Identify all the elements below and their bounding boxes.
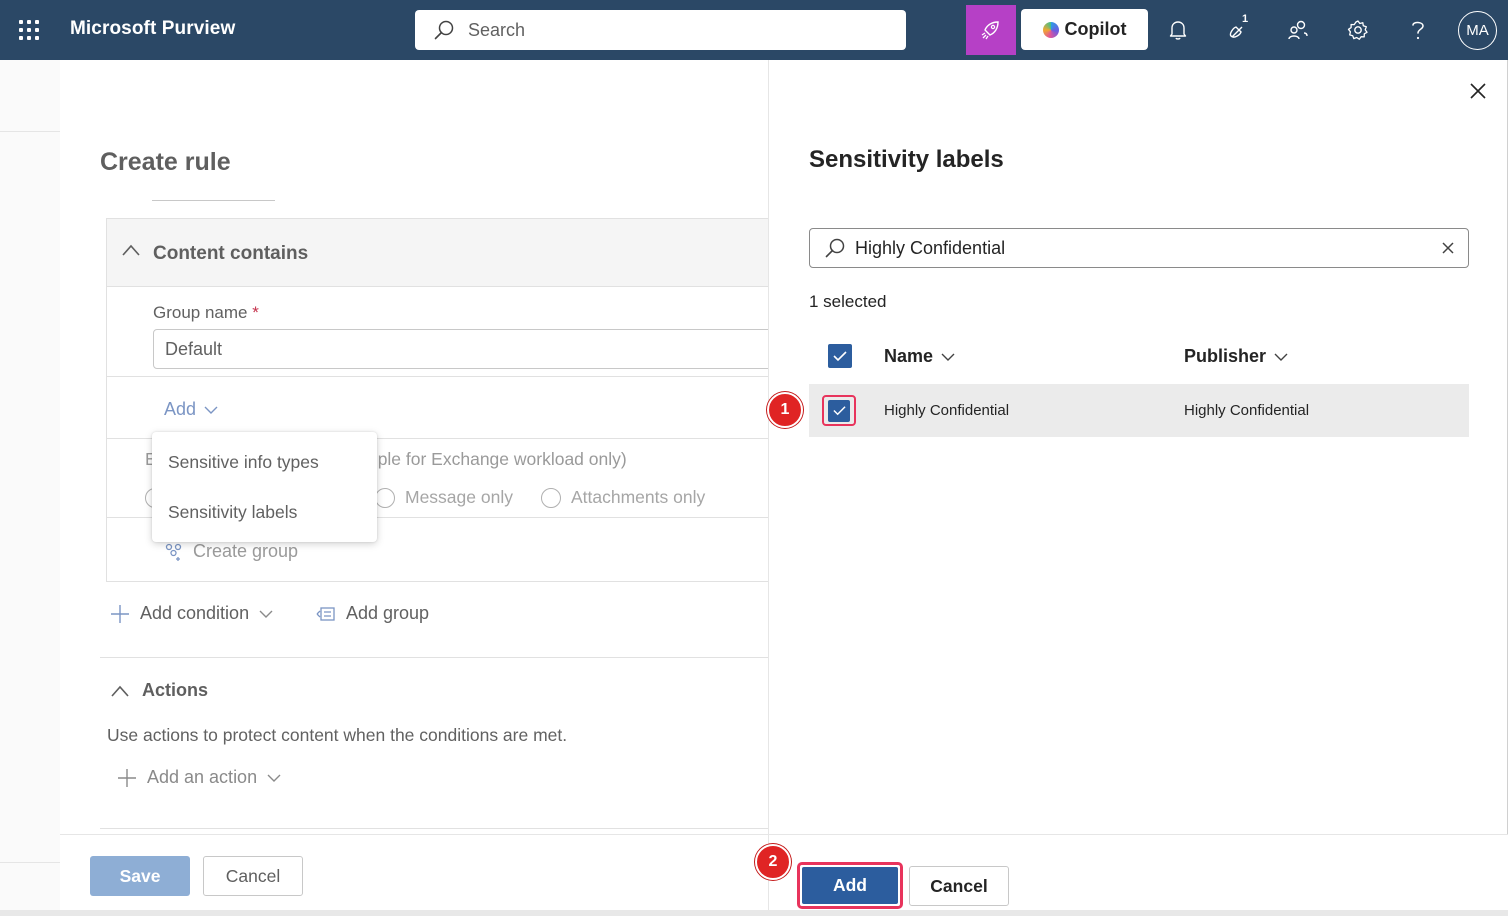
app-launcher-icon[interactable]	[19, 20, 40, 41]
group-name-label-text: Group name	[153, 303, 248, 322]
notification-count-badge: 1	[1242, 13, 1249, 25]
chevron-down-icon	[259, 610, 273, 618]
whats-new-button[interactable]: 1	[1213, 5, 1263, 55]
panel-cancel-button[interactable]: Cancel	[909, 866, 1009, 906]
panel-title: Sensitivity labels	[809, 146, 1004, 173]
save-button[interactable]: Save	[90, 856, 190, 896]
top-bar: Microsoft Purview Search Copilot 1 MA	[0, 0, 1508, 60]
content-contains-title: Content contains	[153, 243, 309, 264]
left-nav-strip	[0, 60, 60, 916]
search-icon	[825, 238, 845, 258]
rocket-icon	[981, 21, 999, 40]
help-button[interactable]	[1393, 5, 1443, 55]
radio-message-only[interactable]	[375, 487, 395, 508]
add-group-label: Add group	[346, 603, 430, 623]
add-dropdown-button[interactable]: Add	[164, 399, 218, 420]
column-header-publisher-label: Publisher	[1184, 346, 1267, 366]
exchange-suffix: ple for Exchange workload only)	[377, 449, 627, 469]
label-search-value: Highly Confidential	[855, 237, 1006, 258]
actions-description: Use actions to protect content when the …	[107, 725, 568, 745]
create-group-button[interactable]: Create group	[163, 541, 298, 562]
add-group-icon	[316, 606, 335, 621]
add-action-label: Add an action	[147, 767, 258, 787]
selected-count: 1 selected	[809, 292, 887, 311]
chevron-down-icon	[267, 774, 281, 782]
bottom-strip	[0, 910, 1508, 916]
content-contains-header[interactable]: Content contains	[107, 219, 786, 287]
gear-icon	[1347, 20, 1368, 40]
user-avatar[interactable]: MA	[1458, 11, 1497, 50]
label-search-input[interactable]: Highly Confidential	[809, 228, 1469, 268]
group-name-field[interactable]: Default	[153, 329, 793, 369]
page-footer: Save Cancel	[60, 834, 768, 916]
rocket-button[interactable]	[966, 5, 1016, 55]
radio-attachments-only[interactable]	[540, 487, 561, 508]
checkmark-icon	[833, 351, 847, 362]
menu-item-sensitivity-labels[interactable]: Sensitivity labels	[168, 502, 297, 523]
plus-icon	[118, 768, 136, 787]
divider	[100, 657, 768, 658]
radio-label-message-only: Message only	[405, 487, 513, 507]
add-condition-button[interactable]: Add condition	[110, 603, 273, 624]
chevron-up-icon	[111, 685, 129, 697]
required-mark: *	[252, 303, 259, 322]
plus-icon	[111, 604, 129, 623]
actions-title: Actions	[142, 680, 209, 700]
step-2-badge: 2	[755, 844, 791, 880]
search-placeholder: Search	[468, 19, 526, 40]
column-header-name[interactable]: Name	[884, 346, 955, 367]
copilot-label: Copilot	[1064, 19, 1127, 39]
checkmark-icon	[832, 406, 846, 416]
chevron-up-icon[interactable]	[121, 243, 141, 257]
table-row[interactable]: Highly Confidential Highly Confidential	[809, 384, 1469, 437]
help-icon	[1412, 21, 1424, 40]
chevron-down-icon	[941, 353, 955, 361]
sensitivity-labels-panel: Sensitivity labels Highly Confidential 1…	[768, 60, 1508, 910]
search-icon	[434, 20, 454, 40]
step-1-badge: 1	[767, 392, 803, 428]
app-title[interactable]: Microsoft Purview	[70, 18, 235, 40]
select-all-checkbox[interactable]	[828, 344, 852, 368]
group-icon	[165, 543, 182, 561]
copilot-logo-icon	[1042, 21, 1059, 38]
bell-icon	[1169, 21, 1187, 40]
copilot-button[interactable]: Copilot	[1021, 9, 1148, 50]
actions-section-header[interactable]: Actions	[110, 680, 208, 701]
close-icon[interactable]	[1467, 80, 1489, 102]
global-search-input[interactable]: Search	[415, 10, 906, 50]
field-underline	[152, 200, 275, 201]
notifications-button[interactable]	[1153, 5, 1203, 55]
row-name-cell: Highly Confidential	[884, 402, 1010, 419]
cancel-button[interactable]: Cancel	[203, 856, 303, 896]
community-button[interactable]	[1273, 5, 1323, 55]
add-condition-label: Add condition	[140, 603, 250, 623]
add-action-button[interactable]: Add an action	[117, 767, 281, 788]
create-group-label: Create group	[193, 541, 299, 561]
menu-item-sensitive-info-types[interactable]: Sensitive info types	[168, 452, 319, 473]
add-button[interactable]: Add	[802, 867, 898, 904]
add-dropdown-menu: Sensitive info types Sensitivity labels	[152, 432, 377, 542]
row-checkbox[interactable]	[828, 399, 850, 422]
divider	[100, 828, 768, 829]
radio-label-attachments-only: Attachments only	[570, 487, 706, 507]
settings-button[interactable]	[1333, 5, 1383, 55]
row-checkbox-highlight	[822, 395, 856, 426]
chevron-down-icon	[1274, 353, 1288, 361]
column-header-name-label: Name	[884, 346, 934, 366]
table-header-row: Name Publisher	[809, 330, 1469, 384]
chevron-down-icon	[204, 406, 218, 414]
group-name-label: Group name *	[153, 303, 259, 323]
divider	[107, 376, 786, 377]
add-button-highlight: Add	[797, 862, 903, 909]
people-icon	[1288, 20, 1308, 40]
panel-footer: Add Cancel	[769, 834, 1508, 910]
page-title: Create rule	[100, 148, 231, 176]
add-group-button[interactable]: Add group	[316, 603, 429, 624]
row-publisher-cell: Highly Confidential	[1184, 402, 1310, 419]
clear-search-icon[interactable]	[1440, 240, 1456, 256]
column-header-publisher[interactable]: Publisher	[1184, 346, 1288, 367]
add-label: Add	[164, 399, 197, 419]
